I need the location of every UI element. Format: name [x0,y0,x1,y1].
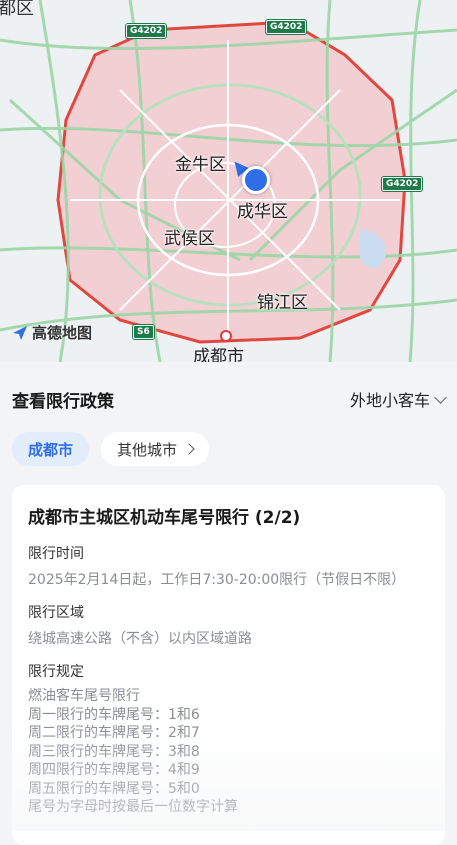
chevron-right-icon [183,443,195,455]
chevron-down-icon [434,390,447,404]
rule-item: 周三限行的车牌尾号：3和8 [28,743,200,760]
rule-label: 限行规定 [28,664,84,680]
amap-logo-text: 高德地图 [32,324,93,342]
sheet-title: 查看限行政策 [12,391,114,412]
district-label-jinniu[interactable]: 金牛区 [175,150,226,175]
highway-badge: G4202 [266,20,307,34]
district-label-jinjiang[interactable]: 锦江区 [257,288,308,313]
city-center-label[interactable]: 成都市 [193,342,244,362]
highway-badge: G4202 [382,177,423,191]
rule-item: 周一限行的车牌尾号：1和6 [28,706,200,723]
ring-road-badge: S6 [133,325,154,339]
district-label-chenghua[interactable]: 成华区 [237,197,288,222]
map-corner-label: 都区 [0,0,34,19]
area-label: 限行区域 [28,605,84,621]
rule-item: 周四限行的车牌尾号：4和9 [28,762,200,778]
rules-list: 燃油客车尾号限行 周一限行的车牌尾号：1和6 周二限行的车牌尾号：2和7 周三限… [28,687,238,817]
policy-title: 成都市主城区机动车尾号限行 (2/2) [28,508,301,528]
district-label-wuhou[interactable]: 武侯区 [164,224,215,249]
rule-item: 周二限行的车牌尾号：2和7 [28,725,200,741]
time-label: 限行时间 [28,546,84,562]
vehicle-type-dropdown[interactable]: 外地小客车 [349,387,447,411]
policy-sheet: 查看限行政策 外地小客车 成都市 其他城市 成都市主城区机动车尾号限行 (2/2… [0,372,457,845]
amap-logo: 高德地图 [12,322,92,343]
city-chips: 成都市 其他城市 [12,432,210,466]
sheet-header: 查看限行政策 外地小客车 [12,386,447,412]
amap-logo-icon [13,325,27,340]
chip-other-cities-label: 其他城市 [117,440,178,459]
vehicle-type-label: 外地小客车 [349,391,430,410]
restriction-zone [56,20,407,344]
rule-item: 周五限行的车牌尾号：5和0 [28,780,200,797]
rule-item: 尾号为字母时按最后一位数字计算 [28,799,238,815]
chip-other-cities[interactable]: 其他城市 [101,432,210,466]
policy-card: 成都市主城区机动车尾号限行 (2/2) 限行时间 2025年2月14日起，工作日… [12,485,445,845]
highway-badge: G4202 [126,24,167,38]
chip-current-city[interactable]: 成都市 [12,432,90,466]
rule-item: 燃油客车尾号限行 [28,688,140,704]
current-location-icon[interactable] [242,166,270,194]
map-view[interactable]: 都区 G4202 G4202 G4202 S6 金牛区 成华区 武侯区 锦江区 … [0,0,457,362]
area-text: 绕城高速公路（不含）以内区域道路 [28,631,252,647]
city-center-marker-icon [220,330,232,342]
time-text: 2025年2月14日起，工作日7:30-20:00限行（节假日不限） [28,572,406,588]
